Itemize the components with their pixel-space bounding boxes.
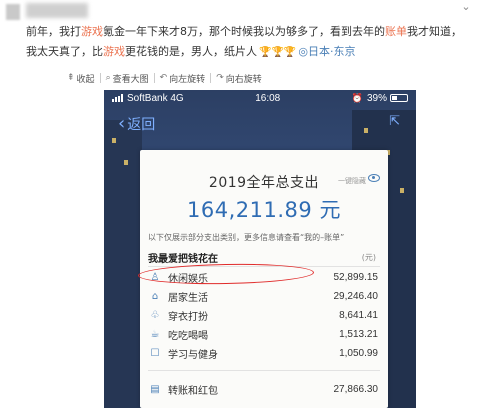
divider (148, 370, 380, 371)
transfer-icon: ▤ (150, 383, 160, 395)
category-value: 27,866.30 (333, 383, 379, 395)
total-amount: 164,211.89 元 (187, 198, 341, 222)
hide-label: 一键隐藏 (338, 177, 366, 185)
category-row: ☕ 吃吃喝喝 1,513.21 (148, 325, 378, 343)
rotate-left-icon: ↶ (159, 73, 168, 83)
chevron-down-icon[interactable]: ⌄ (459, 0, 473, 14)
background-building (104, 120, 142, 408)
battery-percent: 39% (366, 92, 387, 104)
category-value: 1,050.99 (339, 347, 378, 359)
chevron-left-icon: ‹ (118, 113, 126, 134)
rotate-left-button[interactable]: ↶ 向左旋转 (160, 72, 206, 85)
signal-icon (112, 94, 124, 102)
unit-label: (元) (361, 253, 376, 262)
food-icon: ☕ (150, 328, 160, 340)
collapse-icon: ⇞ (67, 73, 75, 83)
alarm-icon: ⏰ (351, 92, 363, 103)
rotate-right-icon: ↷ (216, 73, 224, 83)
status-right: ⏰ 39% (352, 93, 408, 104)
window-light (124, 160, 128, 165)
avatar[interactable] (6, 4, 20, 20)
post-text-part: 更花钱的是，男人，纸片人 (125, 45, 257, 58)
category-heading: 我最爱把钱花在 (148, 254, 218, 265)
battery-icon (389, 94, 408, 102)
category-value: 8,641.41 (339, 309, 378, 321)
network-type: 4G (170, 92, 184, 104)
divider (99, 73, 101, 83)
keyword-link-bill[interactable]: 账单 (385, 25, 407, 38)
window-light (364, 128, 368, 133)
post-text: 前年，我打游戏氪金一年下来才8万，那个时候我以为够多了，看到去年的账单我才知道，… (26, 22, 472, 63)
home-icon: ⌂ (151, 290, 159, 302)
post-text-part: 前年，我打 (26, 25, 81, 38)
location-link[interactable]: ◎日本·东京 (298, 45, 355, 58)
category-value: 52,899.15 (333, 271, 379, 283)
carrier-name: SoftBank (127, 92, 168, 104)
category-label: 穿衣打扮 (168, 311, 208, 323)
phone-status-bar: SoftBank 4G 16:08 ⏰ 39% (104, 90, 416, 106)
category-row: ☐ 学习与健身 1,050.99 (148, 344, 378, 362)
category-label: 居家生活 (168, 292, 208, 304)
back-button: ‹ 返回 (118, 114, 155, 134)
keyword-link-game[interactable]: 游戏 (81, 25, 103, 38)
study-icon: ☐ (150, 347, 160, 359)
post-text-part: 氪金一年下来才8万，那个时候我以为够多了，看到去年的 (103, 25, 385, 38)
window-light (112, 138, 116, 143)
divider (153, 73, 155, 83)
search-icon: ⌕ (105, 73, 111, 83)
category-value: 1,513.21 (339, 328, 378, 340)
status-time: 16:08 (255, 92, 281, 104)
view-large-label: 查看大图 (112, 74, 149, 85)
collapse-button[interactable]: ⇞ 收起 (67, 72, 95, 85)
category-value: 29,246.40 (333, 290, 379, 302)
divider (210, 73, 212, 83)
category-row: ♧ 穿衣打扮 8,641.41 (148, 306, 378, 324)
collapse-label: 收起 (76, 74, 95, 85)
category-row: ⌂ 居家生活 29,246.40 (148, 287, 378, 305)
category-row: ▤ 转账和红包 27,866.30 (148, 380, 378, 398)
post-image[interactable]: SoftBank 4G 16:08 ⏰ 39% ‹ 返回 ⇱ 2019全年总支出… (104, 90, 416, 408)
rotate-right-button[interactable]: ↷ 向右旋转 (216, 72, 262, 85)
keyword-link-game[interactable]: 游戏 (103, 45, 125, 58)
back-label: 返回 (127, 117, 156, 133)
eye-icon (368, 174, 380, 182)
category-label: 转账和红包 (168, 385, 218, 397)
share-icon: ⇱ (389, 114, 400, 129)
view-large-button[interactable]: ⌕ 查看大图 (106, 72, 149, 85)
image-toolbar: ⇞ 收起 ⌕ 查看大图 ↶ 向左旋转 ↷ 向右旋转 (67, 70, 462, 86)
annual-spending-card: 2019全年总支出 一键隐藏 164,211.89 元 以下仅展示部分支出类别，… (137, 150, 388, 408)
username-blurred[interactable] (26, 3, 88, 18)
rotate-right-label: 向右旋转 (225, 74, 262, 85)
status-left: SoftBank 4G (112, 93, 184, 104)
rotate-left-label: 向左旋转 (169, 74, 206, 85)
card-note: 以下仅展示部分支出类别，更多信息请查看“我的–账单” (148, 233, 345, 242)
category-label: 吃吃喝喝 (168, 330, 208, 342)
window-light (400, 188, 404, 193)
category-label: 学习与健身 (168, 349, 218, 361)
clothing-icon: ♧ (150, 309, 160, 321)
trophy-emoji-icons: 🏆🏆🏆 (259, 47, 297, 58)
